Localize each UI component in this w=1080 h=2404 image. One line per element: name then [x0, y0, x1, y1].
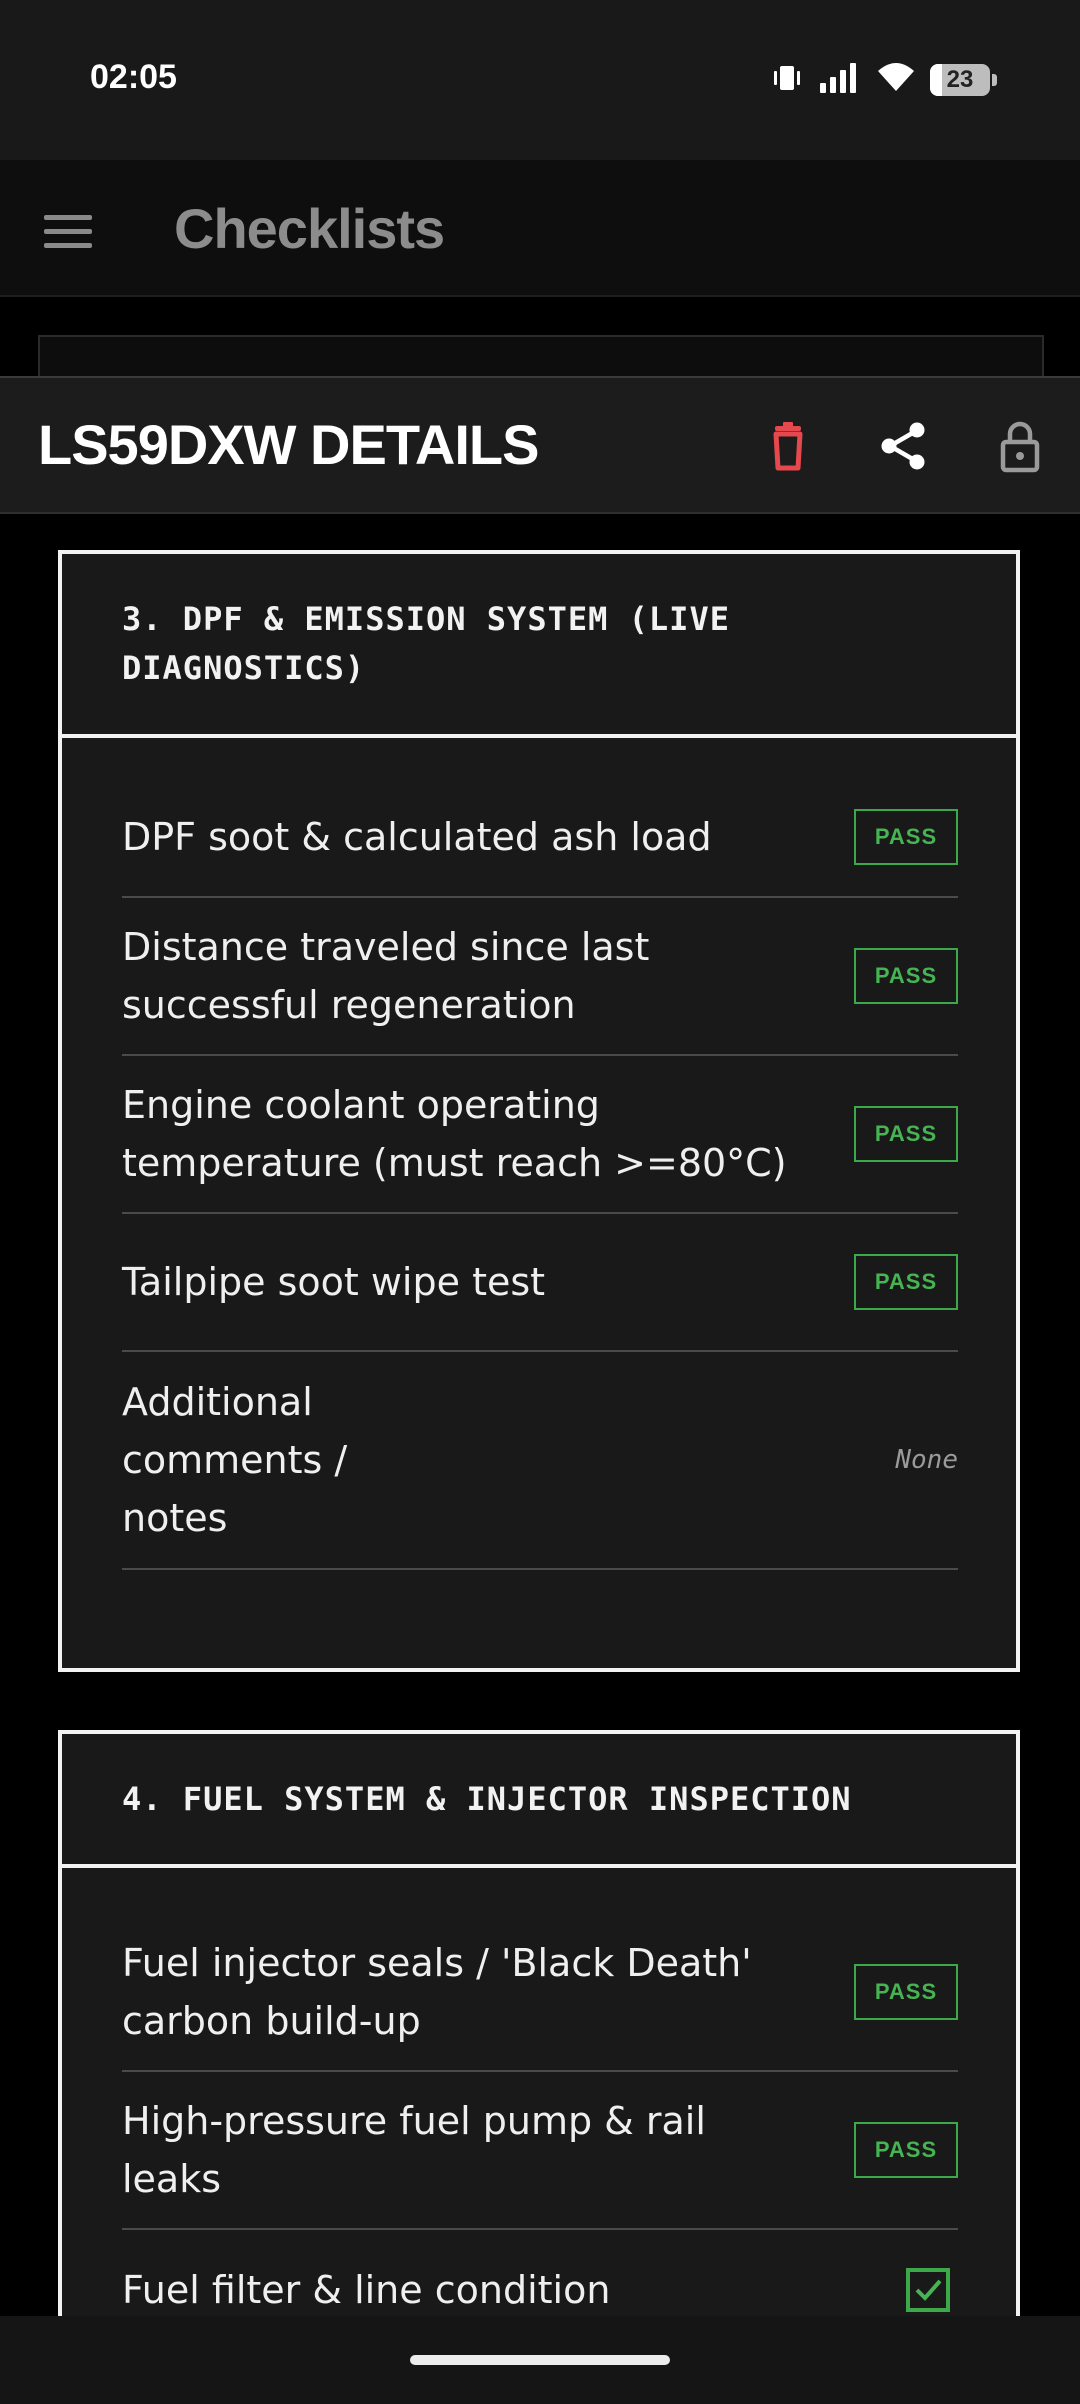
- pass-badge[interactable]: PASS: [854, 1106, 958, 1162]
- section-items: DPF soot & calculated ash load PASS Dist…: [62, 738, 1016, 1570]
- checklist-row[interactable]: Additional comments / notes None: [122, 1352, 958, 1570]
- section-items: Fuel injector seals / 'Black Death' carb…: [62, 1868, 1016, 2318]
- item-label: High-pressure fuel pump & rail leaks: [122, 2099, 706, 2201]
- hamburger-icon[interactable]: [44, 215, 92, 249]
- checklist-row[interactable]: High-pressure fuel pump & rail leaks PAS…: [122, 2072, 958, 2230]
- checklist-row[interactable]: Fuel injector seals / 'Black Death' carb…: [122, 1914, 958, 2072]
- section-title: 4. FUEL SYSTEM & INJECTOR INSPECTION: [62, 1734, 1016, 1868]
- check-icon: [915, 2279, 942, 2301]
- sheet-header: LS59DXW DETAILS: [0, 378, 1080, 514]
- navigation-bar: [0, 2316, 1080, 2404]
- pass-badge[interactable]: PASS: [854, 1254, 958, 1310]
- checklist-row[interactable]: DPF soot & calculated ash load PASS: [122, 778, 958, 898]
- checklist-section: 4. FUEL SYSTEM & INJECTOR INSPECTION Fue…: [58, 1730, 1020, 2318]
- section-title: 3. DPF & EMISSION SYSTEM (LIVE DIAGNOSTI…: [62, 554, 1016, 738]
- wifi-icon: [876, 61, 916, 99]
- status-bar: 02:05 23: [0, 0, 1080, 160]
- checklist-row[interactable]: Tailpipe soot wipe test PASS: [122, 1214, 958, 1352]
- sheet-title: LS59DXW DETAILS: [38, 413, 539, 476]
- checkbox-checked[interactable]: [906, 2268, 950, 2312]
- app-title: Checklists: [174, 197, 445, 260]
- item-label: Tailpipe soot wipe test: [122, 1260, 546, 1304]
- signal-icon: [818, 61, 862, 99]
- item-label: Additional comments / notes: [122, 1380, 348, 1540]
- pass-badge[interactable]: PASS: [854, 2122, 958, 2178]
- app-bar: Checklists: [0, 160, 1080, 297]
- status-time: 02:05: [90, 58, 177, 96]
- pass-badge[interactable]: PASS: [854, 809, 958, 865]
- share-icon[interactable]: [876, 418, 932, 474]
- item-label: Fuel filter & line condition: [122, 2268, 611, 2312]
- pass-badge[interactable]: PASS: [854, 1964, 958, 2020]
- battery-icon: 23: [930, 64, 997, 96]
- checklist-row[interactable]: Engine coolant operating temperature (mu…: [122, 1056, 958, 1214]
- status-icons: 23: [770, 60, 997, 100]
- checklist-row[interactable]: Fuel filter & line condition: [122, 2230, 958, 2318]
- item-label: Engine coolant operating temperature (mu…: [122, 1083, 787, 1185]
- item-label: DPF soot & calculated ash load: [122, 815, 712, 859]
- vibrate-icon: [770, 61, 804, 99]
- home-gesture-handle[interactable]: [410, 2355, 670, 2365]
- details-sheet: LS59DXW DETAILS 3. DPF & EMISSION SYSTEM…: [0, 376, 1080, 2318]
- checklist-section: 3. DPF & EMISSION SYSTEM (LIVE DIAGNOSTI…: [58, 550, 1020, 1672]
- item-label: Distance traveled since last successful …: [122, 925, 650, 1027]
- pass-badge[interactable]: PASS: [854, 948, 958, 1004]
- checklist-row[interactable]: Distance traveled since last successful …: [122, 898, 958, 1056]
- lock-icon[interactable]: [992, 418, 1048, 474]
- battery-level: 23: [946, 66, 974, 93]
- comment-value: None: [895, 1445, 958, 1475]
- item-label: Fuel injector seals / 'Black Death' carb…: [122, 1941, 752, 2043]
- trash-icon[interactable]: [760, 418, 816, 474]
- sheet-content[interactable]: 3. DPF & EMISSION SYSTEM (LIVE DIAGNOSTI…: [0, 514, 1080, 2318]
